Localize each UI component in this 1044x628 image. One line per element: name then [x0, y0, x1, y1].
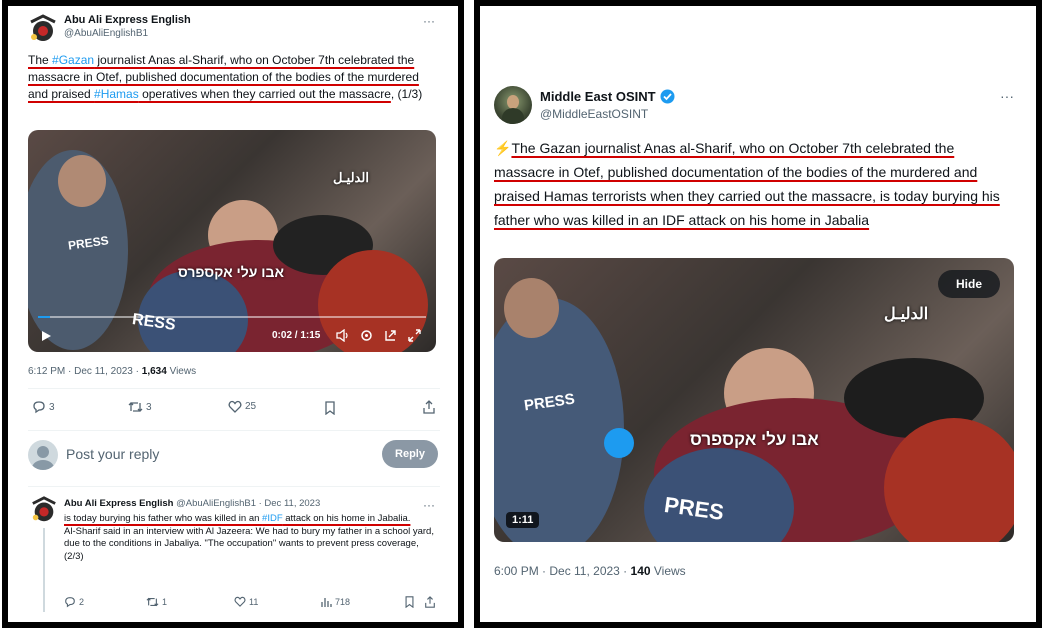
views-label: Views — [166, 366, 197, 377]
views-count: 140 — [630, 564, 651, 578]
tweet-text-part: operatives when they carried out the mas… — [138, 87, 391, 101]
verified-badge-icon — [660, 89, 675, 104]
author-handle[interactable]: @MiddleEastOSINT — [540, 107, 648, 121]
video-watermark-text: אבו עלי אקספרס — [178, 264, 285, 280]
hashtag-hamas-link[interactable]: #Hamas — [94, 87, 139, 101]
settings-icon[interactable] — [360, 329, 373, 342]
video-duration: 1:11 — [506, 512, 540, 528]
author-name[interactable]: Middle East OSINT — [540, 89, 675, 104]
reply-views-action[interactable]: 718 — [320, 596, 350, 608]
user-avatar-placeholder — [28, 440, 58, 470]
video-watermark-text: אבו עלי אקספרס — [690, 430, 819, 449]
timestamp-text: 6:00 PM · Dec 11, 2023 · — [494, 564, 631, 578]
author-name-text: Middle East OSINT — [540, 89, 656, 104]
author-name[interactable]: Abu Ali Express English — [64, 14, 191, 26]
share-icon[interactable] — [422, 400, 436, 414]
reply-retweet-action[interactable]: 1 — [146, 596, 167, 608]
like-count: 11 — [249, 596, 259, 607]
hashtag-idf-link[interactable]: #IDF — [262, 513, 283, 524]
video-progress-bar[interactable] — [38, 316, 426, 318]
timestamp-text: 6:12 PM · Dec 11, 2023 · — [28, 366, 142, 377]
views-label: Views — [650, 564, 686, 578]
left-tweet-panel: Abu Ali Express English @AbuAliEnglishB1… — [2, 0, 464, 628]
hashtag-gazan-link[interactable]: #Gazan — [52, 53, 94, 67]
divider — [28, 486, 440, 487]
divider — [28, 388, 440, 389]
video-player[interactable]: PRESS RESS אבו עלי אקספרס الدليـل 0:02 /… — [28, 130, 436, 352]
avatar[interactable] — [494, 86, 532, 124]
avatar[interactable] — [28, 14, 58, 44]
bookmark-icon[interactable] — [404, 596, 415, 608]
tweet-text: The #Gazan journalist Anas al-Sharif, wh… — [28, 52, 428, 103]
reply-author-name[interactable]: Abu Ali Express English — [64, 498, 173, 509]
retweet-count: 1 — [162, 597, 168, 607]
retweet-action[interactable]: 3 — [128, 400, 152, 414]
like-action[interactable]: 25 — [228, 400, 256, 413]
reply-count: 2 — [79, 597, 85, 607]
heart-icon — [234, 596, 246, 607]
views-count: 1,634 — [141, 366, 167, 377]
tweet-text: ⚡The Gazan journalist Anas al-Sharif, wh… — [494, 136, 1014, 232]
reply-action[interactable]: 3 — [32, 400, 55, 414]
analytics-icon — [321, 598, 332, 607]
tweet-timestamp[interactable]: 6:12 PM · Dec 11, 2023 · 1,634 Views — [28, 366, 196, 377]
reply-header: Abu Ali Express English @AbuAliEnglishB1… — [64, 498, 320, 509]
volume-icon[interactable] — [336, 329, 349, 342]
reply-icon — [33, 401, 45, 414]
channel-logo: الدليـل — [884, 306, 929, 323]
video-player[interactable]: PRESS PRES אבו עלי אקספרס الدليـل Hide 1… — [494, 258, 1014, 542]
reply-avatar[interactable] — [30, 496, 58, 524]
author-handle[interactable]: @AbuAliEnglishB1 — [64, 28, 148, 39]
reply-thread-line — [43, 528, 45, 612]
tweet-text-part: , (1/3) — [390, 87, 423, 101]
reply-text-part: is today burying his father who was kill… — [64, 513, 263, 524]
reply-input[interactable]: Post your reply — [66, 446, 366, 462]
fullscreen-icon[interactable] — [408, 329, 421, 342]
bookmark-icon[interactable] — [324, 401, 336, 415]
reply-count: 3 — [49, 401, 55, 413]
reply-like-action[interactable]: 11 — [234, 596, 258, 607]
share-icon[interactable] — [424, 596, 436, 608]
reply-text: is today burying his father who was kill… — [64, 513, 436, 563]
lightning-icon: ⚡ — [494, 140, 512, 156]
views-count: 718 — [335, 597, 351, 607]
reply-button[interactable]: Reply — [382, 440, 438, 468]
reply-text-part: attack on his home in Jabalia. — [282, 513, 411, 524]
reply-icon — [65, 597, 75, 608]
reply-reply-action[interactable]: 2 — [64, 596, 84, 608]
play-icon[interactable] — [40, 330, 52, 342]
more-options-icon[interactable]: ··· — [423, 14, 435, 28]
like-count: 25 — [245, 401, 257, 412]
video-time: 0:02 / 1:15 — [272, 330, 321, 341]
hide-button[interactable]: Hide — [938, 270, 1000, 298]
tweet-timestamp[interactable]: 6:00 PM · Dec 11, 2023 · 140 Views — [494, 564, 686, 578]
channel-logo: الدليـل — [333, 170, 369, 185]
more-options-icon[interactable]: ··· — [1000, 88, 1014, 104]
divider — [28, 430, 440, 431]
retweet-icon — [128, 402, 143, 412]
retweet-icon — [146, 597, 159, 607]
retweet-count: 3 — [146, 401, 152, 413]
pip-icon[interactable] — [384, 329, 397, 342]
heart-icon — [228, 400, 242, 413]
reply-text-part: Al-Sharif said in an interview with Al J… — [64, 525, 434, 562]
right-tweet-panel: Middle East OSINT @MiddleEastOSINT ··· ⚡… — [474, 0, 1042, 628]
reply-meta: @AbuAliEnglishB1 · Dec 11, 2023 — [173, 498, 321, 509]
more-options-icon[interactable]: ··· — [423, 498, 435, 512]
tweet-text-body: The Gazan journalist Anas al-Sharif, who… — [494, 140, 1000, 228]
tweet-text-part: The — [28, 53, 53, 67]
